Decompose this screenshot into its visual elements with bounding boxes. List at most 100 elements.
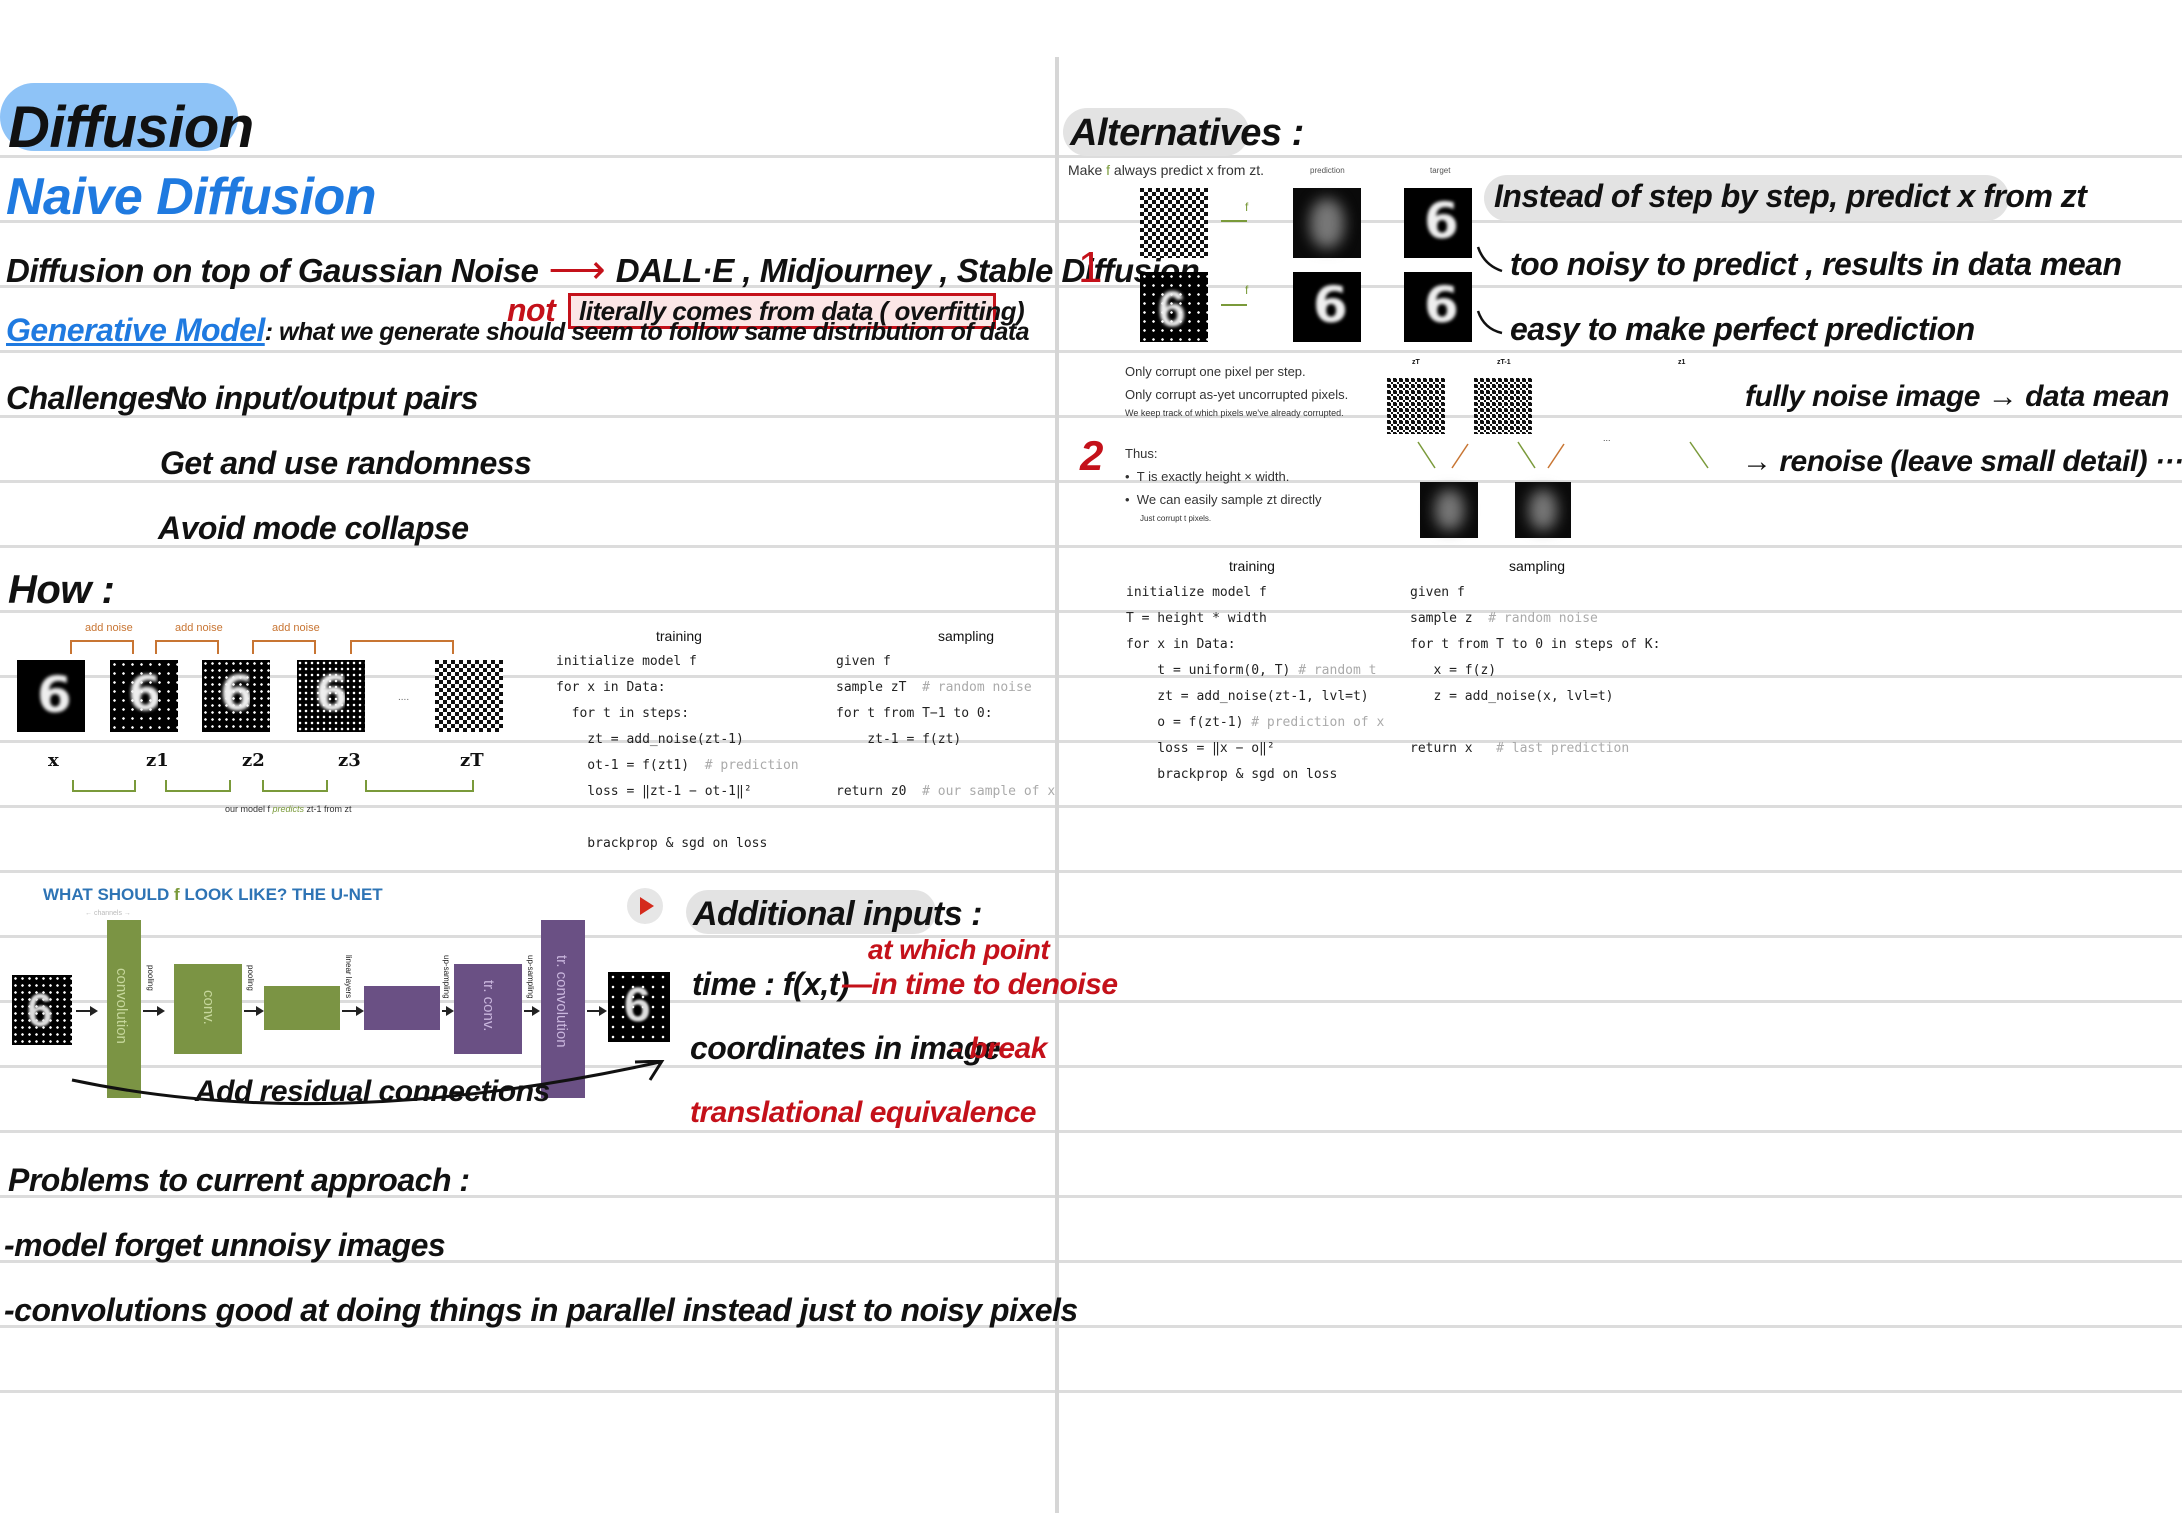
code-line: given f <box>836 654 891 669</box>
alt2-slide-line: Only corrupt one pixel per step. <box>1125 364 1306 379</box>
unet-block-bottleneck-in <box>264 986 340 1030</box>
alt2-slide-line: We keep track of which pixels we've alre… <box>1125 408 1344 418</box>
alt2-noise-zT-1 <box>1474 378 1532 434</box>
code-comment: # last prediction <box>1496 741 1630 756</box>
code-comment: # random t <box>1298 663 1377 678</box>
coords-note: - break <box>952 1032 1047 1065</box>
f-label: f <box>1245 283 1249 297</box>
alt2-note-1: fully noise image → data mean <box>1745 380 2169 413</box>
connector-label: pooling <box>146 965 155 991</box>
image-z3: 6 <box>297 660 365 732</box>
unet-output-image: 6 <box>608 972 670 1042</box>
denoise-renoise-arrows <box>1417 441 1709 469</box>
f-label: f <box>1245 200 1249 214</box>
code-line: x = f(z) <box>1410 663 1497 678</box>
code-line: for t from T to 0 in steps of K: <box>1410 637 1661 652</box>
alt2-bullet: • We can easily sample zt directly <box>1125 492 1322 507</box>
code-line: sample zT # random noise <box>836 680 1032 695</box>
challenge-item: No input/output pairs <box>165 380 479 416</box>
problems-heading: Problems to current approach : <box>8 1162 470 1198</box>
f-arrow <box>1221 220 1247 222</box>
unet-title: WHAT SHOULD f LOOK LIKE? THE U-NET <box>43 885 383 905</box>
alt-training-sampling-slide: training sampling initialize model f T = … <box>1122 555 1662 795</box>
ruled-line <box>0 1390 2182 1393</box>
alt1-text-prefix: Make <box>1068 162 1107 178</box>
image-x: 6 <box>17 660 85 732</box>
ruled-line <box>0 870 2182 873</box>
block-label: convolution <box>113 968 130 1044</box>
alt1-target-image: 6 <box>1404 188 1472 258</box>
state-label: zT-1 <box>1497 359 1511 366</box>
alt1-note-main: Instead of step by step, predict x from … <box>1494 178 2087 214</box>
challenge-item: Avoid mode collapse <box>158 510 469 546</box>
alt1-target-image: 6 <box>1404 272 1472 342</box>
diagram-caption: our model f predicts zt-1 from zt <box>225 804 352 814</box>
image-z2: 6 <box>202 660 270 732</box>
additional-inputs-heading: Additional inputs : <box>693 895 982 933</box>
time-note-top: at which point <box>868 934 1050 965</box>
prediction-col-label: prediction <box>1310 166 1345 175</box>
unet-title-prefix: WHAT SHOULD <box>43 885 174 904</box>
alt1-good-prediction: 6 <box>1293 272 1361 342</box>
flow-arrow <box>244 1006 264 1016</box>
code-line: loss = ‖zt-1 − ot-1‖² <box>556 784 752 799</box>
alt2-blur-1 <box>1420 482 1478 538</box>
alt2-number: 2 <box>1080 432 1103 479</box>
section-title: Naive Diffusion <box>6 168 377 226</box>
ruled-line <box>0 350 2182 353</box>
alt2-ellipsis: ... <box>1603 433 1611 443</box>
challenge-item: Get and use randomness <box>160 445 532 481</box>
unet-block-bottleneck-out <box>364 986 440 1030</box>
code-line: loss = ‖x − o‖² <box>1126 741 1275 756</box>
alt2-thus: Thus: <box>1125 446 1158 461</box>
flow-arrow <box>587 1006 607 1016</box>
sampling-heading: sampling <box>938 628 995 644</box>
block-label: tr. convolution <box>553 955 570 1048</box>
block-label: tr. conv. <box>480 980 497 1032</box>
connector-label: up-sampling <box>442 955 451 999</box>
models-text: DALL·E , Midjourney , Stable Diffusion <box>615 252 1200 289</box>
noise-bracket <box>350 640 454 654</box>
state-label: z1 <box>1678 359 1686 366</box>
add-noise-label: add noise <box>85 622 133 634</box>
state-label: zT <box>1412 359 1420 366</box>
predict-bracket <box>365 780 474 792</box>
unet-title-suffix: LOOK LIKE? THE U-NET <box>179 885 383 904</box>
play-button[interactable] <box>627 888 663 924</box>
connector-label: linear layers <box>344 955 353 999</box>
state-label: x <box>48 750 59 771</box>
code-line: return x # last prediction <box>1410 741 1630 756</box>
bullet-text: We can easily sample zt directly <box>1136 492 1322 507</box>
code-comment: # prediction <box>704 758 799 773</box>
generative-line: Generative Model : what we generate shou… <box>6 312 1030 349</box>
code-line: for x in Data: <box>556 680 666 695</box>
noise-process-diagram: add noise add noise add noise 6 6 6 6 ..… <box>0 620 550 835</box>
generative-model-link[interactable]: Generative Model <box>6 312 265 349</box>
alt1-slide-text: Make f always predict x from zt. <box>1068 162 1264 178</box>
code-line: initialize model f <box>1126 585 1267 600</box>
connector-label: up-sampling <box>526 955 535 999</box>
diffusion-text: Diffusion on top of Gaussian Noise <box>6 252 539 289</box>
alt2-blur-2 <box>1515 482 1571 538</box>
code-line: return z0 # our sample of x <box>836 784 1056 799</box>
sampling-code: given f sample z # random noise for t from… <box>1410 585 1660 767</box>
flow-arrow <box>442 1006 454 1016</box>
caption-prefix: our model f <box>225 804 273 814</box>
ruled-line <box>0 1130 2182 1133</box>
noise-bracket <box>70 640 134 654</box>
training-heading: training <box>1229 558 1275 574</box>
sampling-heading: sampling <box>1509 558 1566 574</box>
alt1-noisy-input <box>1140 188 1208 258</box>
code-line: given f <box>1410 585 1465 600</box>
arrow-right-icon: ⟶ <box>548 248 606 292</box>
state-label: zT <box>460 750 484 771</box>
unet-input-image: 6 <box>12 975 72 1045</box>
code-line: sample z # random noise <box>1410 611 1598 626</box>
alt2-noise-zT <box>1387 378 1445 434</box>
bullet-text: T is exactly height × width. <box>1136 469 1290 484</box>
code-line: initialize model f <box>556 654 697 669</box>
alt2-sub-bullet: Just corrupt t pixels. <box>1140 514 1212 523</box>
code-line: t = uniform(0, T) # random t <box>1126 663 1377 678</box>
code-comment: # our sample of x <box>922 784 1056 799</box>
predict-bracket <box>72 780 136 792</box>
